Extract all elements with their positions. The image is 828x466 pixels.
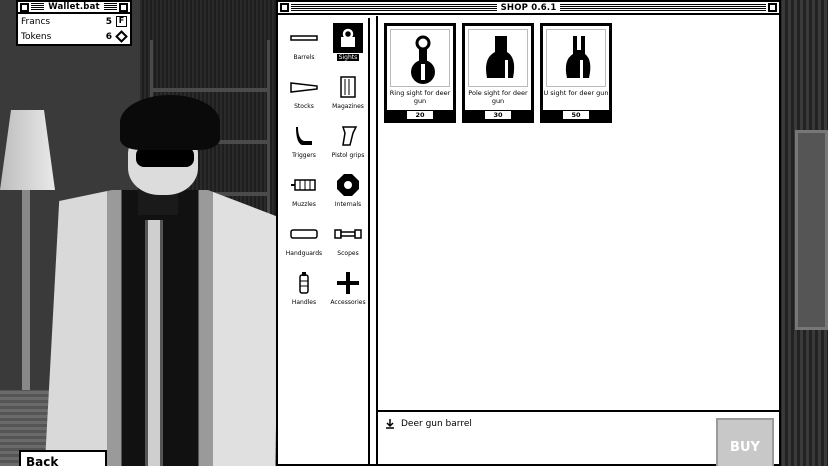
- hat: [120, 95, 220, 150]
- category-sidebar: Barrels Sights Stocks Magazines Triggers…: [280, 18, 370, 466]
- window-zoom-box[interactable]: [768, 3, 778, 12]
- wallet-titlebar[interactable]: Wallet.bat: [18, 2, 130, 14]
- window-zoom-box[interactable]: [119, 2, 129, 12]
- category-sights[interactable]: Sights: [326, 23, 370, 71]
- lamp-pole: [22, 190, 30, 390]
- category-label: Sights: [336, 54, 360, 61]
- item-price: 50: [543, 110, 609, 120]
- handguard-icon: [289, 219, 319, 249]
- window-close-box[interactable]: [20, 2, 29, 12]
- u-sight-image: [546, 29, 606, 87]
- category-label: Barrels: [293, 54, 315, 61]
- category-label: Stocks: [294, 103, 314, 110]
- wallet-row-tokens: Tokens 6: [18, 29, 130, 44]
- wallet-title: Wallet.bat: [48, 2, 100, 12]
- category-stocks[interactable]: Stocks: [282, 72, 326, 120]
- buy-button[interactable]: BUY: [716, 418, 774, 466]
- category-label: Muzzles: [292, 201, 316, 208]
- shop-titlebar[interactable]: SHOP 0.6.1: [278, 2, 779, 15]
- detail-line: Deer gun barrel: [385, 419, 472, 429]
- item-grid: Ring sight for deer gun 20 Pole sight fo…: [376, 16, 780, 412]
- shop-title: SHOP 0.6.1: [500, 2, 557, 13]
- category-muzzles[interactable]: Muzzles: [282, 170, 326, 218]
- item-name: U sight for deer gun: [543, 89, 609, 97]
- pistol-grip-icon: [333, 121, 363, 151]
- category-pistol-grips[interactable]: Pistol grips: [326, 121, 370, 169]
- item-price: 20: [387, 110, 453, 120]
- category-handles[interactable]: Handles: [282, 268, 326, 316]
- shop-window: SHOP 0.6.1 Barrels Sights Stocks Magazin…: [276, 0, 781, 466]
- category-handguards[interactable]: Handguards: [282, 219, 326, 267]
- titlebar-stripes: [31, 3, 45, 11]
- window-close-box[interactable]: [280, 3, 289, 12]
- muzzle-icon: [289, 170, 319, 200]
- item-card[interactable]: Pole sight for deer gun 30: [462, 23, 534, 123]
- currency-value: 5: [105, 16, 112, 27]
- door: [795, 130, 828, 330]
- detail-panel: Deer gun barrel BUY: [376, 410, 780, 466]
- item-name: Pole sight for deer gun: [468, 89, 528, 105]
- wallet-window: Wallet.bat Francs 5 F Tokens 6: [16, 0, 132, 46]
- titlebar-stripes: [560, 3, 767, 12]
- category-barrels[interactable]: Barrels: [282, 23, 326, 71]
- eye-mask: [136, 147, 194, 167]
- detail-text: Deer gun barrel: [401, 419, 472, 429]
- category-internals[interactable]: Internals: [326, 170, 370, 218]
- category-magazines[interactable]: Magazines: [326, 72, 370, 120]
- stock-icon: [289, 72, 319, 102]
- item-card[interactable]: Ring sight for deer gun 20: [384, 23, 456, 123]
- category-label: Handguards: [285, 250, 323, 257]
- currency-label: Francs: [21, 16, 51, 27]
- category-label: Handles: [291, 299, 317, 306]
- wallet-row-francs: Francs 5 F: [18, 14, 130, 29]
- token-icon: [115, 30, 128, 43]
- category-label: Internals: [334, 201, 362, 208]
- category-label: Scopes: [337, 250, 359, 257]
- franc-icon: F: [116, 16, 127, 27]
- plus-icon: [333, 268, 363, 298]
- sight-icon: [333, 23, 363, 53]
- category-label: Triggers: [292, 152, 316, 159]
- item-card[interactable]: U sight for deer gun 50: [540, 23, 612, 123]
- category-accessories[interactable]: Accessories: [326, 268, 370, 316]
- currency-label: Tokens: [21, 31, 52, 42]
- category-label: Magazines: [332, 103, 364, 110]
- download-icon: [386, 419, 394, 429]
- category-label: Pistol grips: [331, 152, 365, 159]
- barrel-icon: [289, 23, 319, 53]
- internals-icon: [333, 170, 363, 200]
- item-price: 30: [465, 110, 531, 120]
- back-button[interactable]: Back: [19, 450, 107, 466]
- handle-icon: [289, 268, 319, 298]
- titlebar-stripes: [103, 3, 118, 11]
- trigger-icon: [289, 121, 319, 151]
- category-triggers[interactable]: Triggers: [282, 121, 326, 169]
- category-label: Accessories: [330, 299, 366, 306]
- magazine-icon: [333, 72, 363, 102]
- ring-sight-image: [390, 29, 450, 87]
- shopkeeper-character: [40, 95, 280, 466]
- category-scopes[interactable]: Scopes: [326, 219, 370, 267]
- pole-sight-image: [468, 29, 528, 87]
- item-name: Ring sight for deer gun: [389, 89, 451, 105]
- titlebar-stripes: [291, 3, 497, 12]
- scope-icon: [333, 219, 363, 249]
- tie: [145, 220, 163, 466]
- currency-value: 6: [105, 31, 112, 42]
